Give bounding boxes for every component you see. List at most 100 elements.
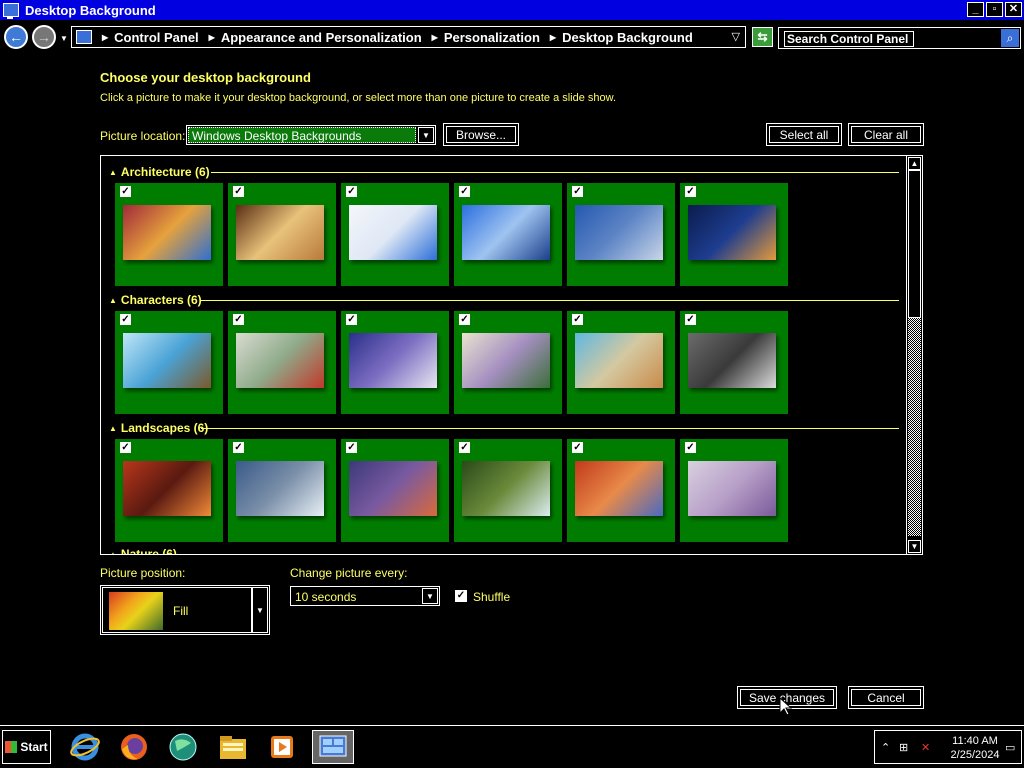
- scroll-down-icon[interactable]: ▼: [908, 540, 921, 553]
- background-tile[interactable]: ✓: [115, 311, 223, 414]
- recent-pages-chevron-icon[interactable]: ▼: [60, 34, 68, 43]
- search-icon[interactable]: ⌕: [1001, 29, 1019, 47]
- background-tile[interactable]: ✓: [341, 183, 449, 286]
- search-input[interactable]: [784, 31, 914, 47]
- background-tile[interactable]: ✓: [454, 183, 562, 286]
- background-tile[interactable]: ✓: [454, 311, 562, 414]
- wallpaper-thumbnail: [462, 461, 550, 516]
- tile-checkbox[interactable]: ✓: [685, 314, 696, 325]
- background-tile[interactable]: ✓: [680, 183, 788, 286]
- shuffle-checkbox[interactable]: ✓: [455, 590, 467, 602]
- tile-checkbox[interactable]: ✓: [572, 186, 583, 197]
- select-all-button[interactable]: Select all: [766, 123, 842, 146]
- tile-checkbox[interactable]: ✓: [346, 314, 357, 325]
- collapse-caret-icon[interactable]: ▲: [109, 550, 117, 555]
- tile-checkbox[interactable]: ✓: [572, 314, 583, 325]
- vertical-scrollbar[interactable]: ▲ ▼: [906, 156, 922, 554]
- shuffle-label[interactable]: Shuffle: [473, 590, 510, 604]
- picture-gallery[interactable]: ▲ ▼ ▲ Architecture (6) ✓ ✓ ✓ ✓ ✓ ✓ ▲ Characters (…: [100, 155, 923, 555]
- collapse-caret-icon[interactable]: ▲: [109, 296, 117, 305]
- control-panel-icon: [76, 30, 92, 44]
- tile-checkbox[interactable]: ✓: [459, 314, 470, 325]
- tile-checkbox[interactable]: ✓: [120, 314, 131, 325]
- background-tile[interactable]: ✓: [454, 439, 562, 542]
- tile-checkbox[interactable]: ✓: [120, 186, 131, 197]
- breadcrumb-item[interactable]: ▶ Control Panel: [92, 30, 199, 45]
- background-tile[interactable]: ✓: [115, 183, 223, 286]
- scroll-up-icon[interactable]: ▲: [908, 157, 921, 170]
- chevron-down-icon[interactable]: ▼: [422, 588, 438, 604]
- chevron-right-icon[interactable]: ▶: [550, 33, 556, 42]
- internet-explorer-icon[interactable]: [64, 730, 106, 764]
- tile-checkbox[interactable]: ✓: [685, 442, 696, 453]
- media-player-icon[interactable]: [261, 730, 303, 764]
- scrollbar-track[interactable]: [908, 318, 921, 536]
- tile-checkbox[interactable]: ✓: [233, 186, 244, 197]
- title-bar: Desktop Background _ ▫ ✕: [0, 0, 1024, 20]
- back-arrow-icon: ←: [9, 29, 23, 45]
- group-header[interactable]: ▲ Landscapes (6): [109, 420, 208, 436]
- globe-app-icon[interactable]: [162, 730, 204, 764]
- show-desktop-icon[interactable]: ▭: [1005, 741, 1015, 754]
- close-button[interactable]: ✕: [1005, 2, 1022, 17]
- collapse-caret-icon[interactable]: ▲: [109, 424, 117, 433]
- search-box[interactable]: ⌕: [778, 27, 1021, 49]
- control-panel-taskbar-icon[interactable]: [312, 730, 354, 764]
- tile-checkbox[interactable]: ✓: [233, 442, 244, 453]
- background-tile[interactable]: ✓: [341, 311, 449, 414]
- chevron-right-icon[interactable]: ▶: [102, 33, 108, 42]
- tile-checkbox[interactable]: ✓: [572, 442, 583, 453]
- background-tile[interactable]: ✓: [567, 439, 675, 542]
- group-header[interactable]: ▲ Architecture (6): [109, 164, 210, 180]
- tile-checkbox[interactable]: ✓: [233, 314, 244, 325]
- chevron-right-icon[interactable]: ▶: [209, 33, 215, 42]
- clock[interactable]: 11:40 AM 2/25/2024: [947, 734, 1003, 762]
- group-header[interactable]: ▲ Characters (6): [109, 292, 202, 308]
- background-tile[interactable]: ✓: [567, 183, 675, 286]
- address-bar[interactable]: ▶ Control Panel ▶ Appearance and Personali…: [71, 26, 746, 48]
- picture-position-select[interactable]: Fill ▼: [100, 585, 270, 635]
- back-button[interactable]: ←: [4, 25, 28, 49]
- minimize-button[interactable]: _: [967, 2, 984, 17]
- cancel-button[interactable]: Cancel: [848, 686, 924, 709]
- restore-button[interactable]: ▫: [986, 2, 1003, 17]
- background-tile[interactable]: ✓: [567, 311, 675, 414]
- picture-location-select[interactable]: Windows Desktop Backgrounds ▼: [186, 125, 436, 145]
- group-header[interactable]: ▲ Nature (6): [109, 546, 177, 555]
- tile-checkbox[interactable]: ✓: [459, 186, 470, 197]
- breadcrumb-item[interactable]: ▶ Appearance and Personalization: [199, 30, 422, 45]
- chevron-right-icon[interactable]: ▶: [432, 33, 438, 42]
- firefox-icon[interactable]: [113, 730, 155, 764]
- forward-arrow-icon: →: [37, 29, 51, 45]
- file-explorer-icon[interactable]: [212, 730, 254, 764]
- background-tile[interactable]: ✓: [680, 439, 788, 542]
- tile-checkbox[interactable]: ✓: [346, 442, 357, 453]
- background-tile[interactable]: ✓: [115, 439, 223, 542]
- chevron-down-icon[interactable]: ▼: [252, 587, 268, 633]
- tile-checkbox[interactable]: ✓: [120, 442, 131, 453]
- volume-muted-icon[interactable]: ✕: [921, 741, 930, 754]
- background-tile[interactable]: ✓: [228, 311, 336, 414]
- address-dropdown-icon[interactable]: ▽: [732, 30, 740, 43]
- background-tile[interactable]: ✓: [228, 183, 336, 286]
- start-button[interactable]: Start: [2, 730, 51, 764]
- tile-checkbox[interactable]: ✓: [459, 442, 470, 453]
- forward-button[interactable]: →: [32, 25, 56, 49]
- background-tile[interactable]: ✓: [228, 439, 336, 542]
- change-interval-select[interactable]: 10 seconds ▼: [290, 586, 440, 606]
- background-tile[interactable]: ✓: [341, 439, 449, 542]
- chevron-down-icon[interactable]: ▼: [418, 127, 434, 143]
- clear-all-button[interactable]: Clear all: [848, 123, 924, 146]
- tile-checkbox[interactable]: ✓: [346, 186, 357, 197]
- wallpaper-thumbnail: [688, 205, 776, 260]
- tile-checkbox[interactable]: ✓: [685, 186, 696, 197]
- scrollbar-thumb[interactable]: [908, 170, 921, 318]
- collapse-caret-icon[interactable]: ▲: [109, 168, 117, 177]
- browse-button[interactable]: Browse...: [443, 123, 519, 146]
- network-icon[interactable]: ⊞: [899, 741, 908, 754]
- background-tile[interactable]: ✓: [680, 311, 788, 414]
- refresh-button[interactable]: ⇆: [752, 27, 773, 47]
- breadcrumb-item[interactable]: ▶ Desktop Background: [540, 30, 693, 45]
- chevron-up-icon[interactable]: ⌃: [881, 741, 890, 754]
- breadcrumb-item[interactable]: ▶ Personalization: [422, 30, 540, 45]
